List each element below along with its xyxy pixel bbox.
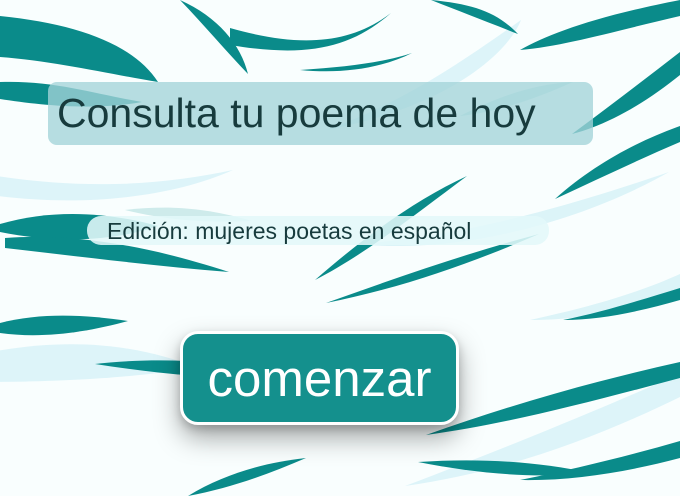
start-button[interactable]: comenzar	[180, 331, 459, 425]
edition-label: Edición: mujeres poetas en español	[107, 218, 472, 244]
welcome-screen: Consulta tu poema de hoy Edición: mujere…	[0, 0, 680, 496]
title-banner: Consulta tu poema de hoy	[48, 82, 593, 145]
page-title: Consulta tu poema de hoy	[57, 90, 536, 136]
edition-banner: Edición: mujeres poetas en español	[87, 216, 549, 245]
